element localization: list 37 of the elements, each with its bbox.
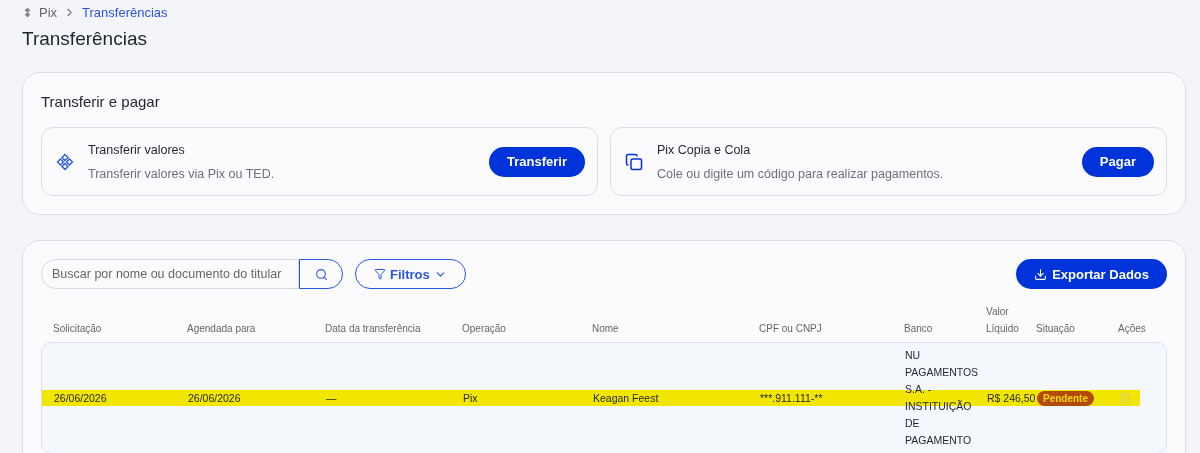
section-title: Transferir e pagar — [41, 93, 161, 110]
table-cell-text: Keagan Feest — [593, 390, 660, 406]
export-button[interactable]: Exportar Dados — [1016, 259, 1167, 289]
filters-button[interactable]: Filtros — [355, 259, 466, 289]
action-button[interactable]: Transferir — [489, 146, 585, 177]
table-cell-text: 26/06/2026 — [188, 390, 242, 406]
column-header: Valor Líquido — [986, 305, 1020, 336]
column-header: Ações — [1118, 322, 1147, 336]
table-cell-text: ***.911.111-** — [760, 390, 824, 406]
option-description: Cole ou digite um código para realizar pagamentos. — [657, 166, 945, 181]
diamond-icon — [22, 6, 33, 18]
table-cell-text: Pix — [463, 390, 479, 406]
search-field[interactable]: Buscar por nome ou documento do titular — [41, 259, 299, 289]
search-icon — [314, 267, 328, 281]
column-header: Data da transferência — [325, 322, 422, 336]
column-header: Banco — [904, 322, 934, 336]
breadcrumb-link[interactable]: Pix — [39, 4, 58, 20]
copy-icon — [625, 152, 643, 171]
option-title: Transferir valores — [88, 142, 186, 157]
table-cell-text: 26/06/2026 — [54, 390, 108, 406]
funnel-icon — [374, 268, 386, 280]
option-description: Transferir valores via Pix ou TED. — [88, 166, 276, 181]
search-button[interactable] — [299, 259, 343, 289]
column-header: Nome — [592, 322, 620, 336]
column-header: Solicitação — [53, 322, 103, 336]
table-cell-text: — — [326, 390, 338, 406]
action-button[interactable]: Pagar — [1081, 146, 1154, 177]
option-title: Pix Copia e Cola — [657, 142, 752, 157]
table-cell-text: R$ 246,50 — [987, 390, 1037, 406]
column-header: Operação — [462, 322, 507, 336]
breadcrumb-link[interactable]: Transferências — [82, 4, 168, 20]
column-header: Situação — [1036, 322, 1076, 336]
diamond-grid-icon — [56, 152, 74, 171]
page-title: Transferências — [22, 28, 148, 50]
column-header: Agendada para — [187, 322, 257, 336]
download-icon — [1034, 267, 1048, 281]
column-header: CPF ou CNPJ — [759, 322, 823, 336]
